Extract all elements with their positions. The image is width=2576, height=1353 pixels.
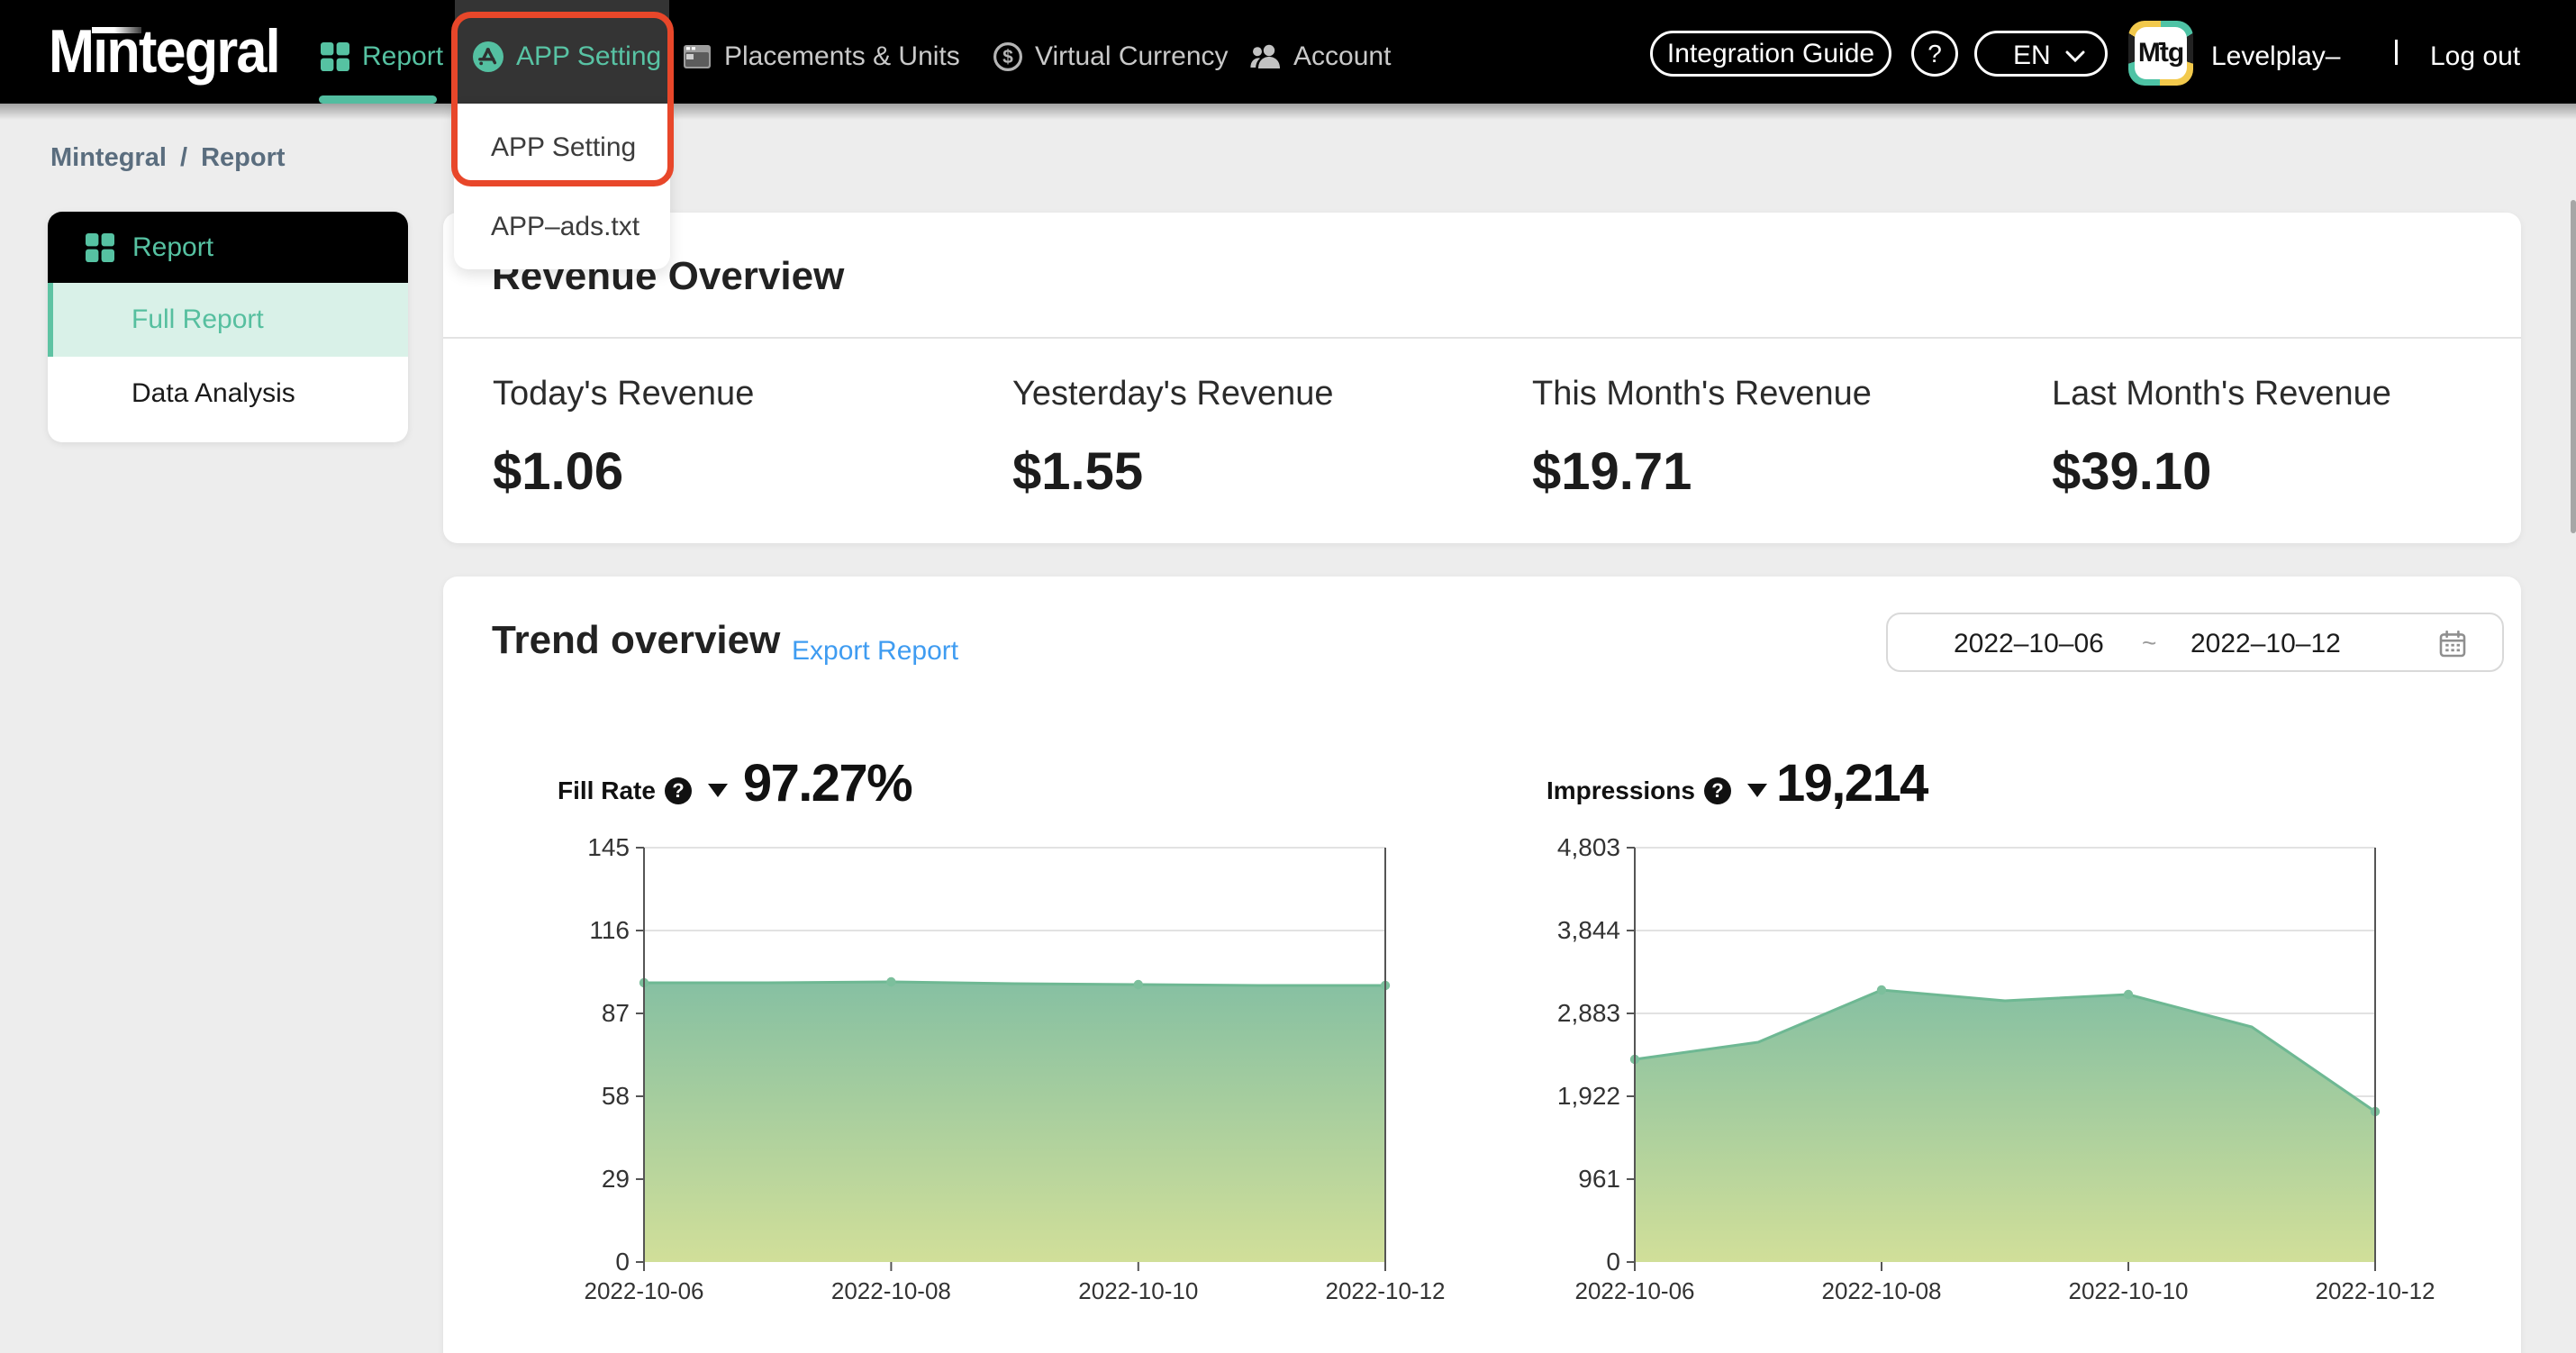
svg-text:145: 145 xyxy=(587,833,630,861)
svg-text:2022-10-06: 2022-10-06 xyxy=(585,1277,704,1304)
svg-text:0: 0 xyxy=(1606,1248,1620,1276)
svg-text:3,844: 3,844 xyxy=(1557,916,1620,944)
svg-text:1,922: 1,922 xyxy=(1557,1082,1620,1110)
svg-text:116: 116 xyxy=(589,916,630,944)
svg-text:2022-10-08: 2022-10-08 xyxy=(1822,1277,1942,1304)
svg-text:0: 0 xyxy=(615,1248,630,1276)
svg-text:87: 87 xyxy=(602,999,630,1027)
svg-text:961: 961 xyxy=(1578,1165,1620,1193)
svg-text:2022-10-12: 2022-10-12 xyxy=(2316,1277,2435,1304)
svg-text:2022-10-08: 2022-10-08 xyxy=(831,1277,951,1304)
svg-text:29: 29 xyxy=(602,1165,630,1193)
svg-text:2022-10-10: 2022-10-10 xyxy=(1078,1277,1198,1304)
svg-text:58: 58 xyxy=(602,1082,630,1110)
svg-text:2,883: 2,883 xyxy=(1557,999,1620,1027)
svg-text:2022-10-10: 2022-10-10 xyxy=(2069,1277,2189,1304)
svg-text:$: $ xyxy=(1002,47,1013,68)
svg-text:2022-10-12: 2022-10-12 xyxy=(1326,1277,1446,1304)
svg-text:4,803: 4,803 xyxy=(1557,833,1620,861)
svg-text:2022-10-06: 2022-10-06 xyxy=(1575,1277,1695,1304)
